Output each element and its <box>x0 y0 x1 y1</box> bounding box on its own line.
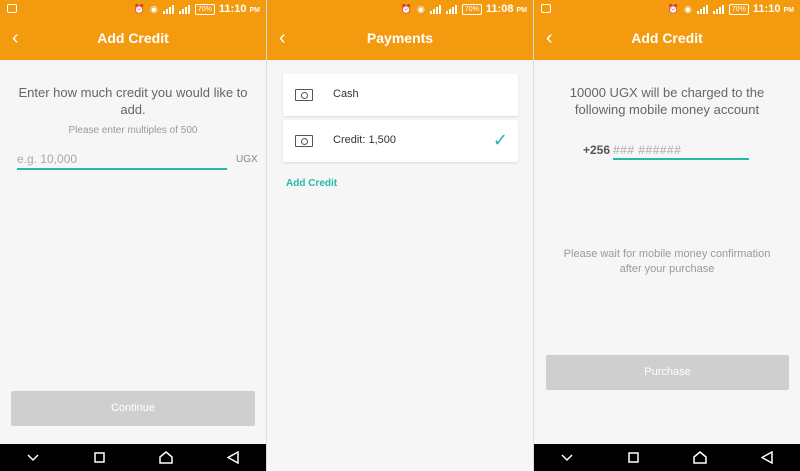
nav-recents-icon[interactable] <box>614 444 654 471</box>
nav-chevron-down-icon[interactable] <box>13 444 53 471</box>
country-code-label: +256 <box>583 143 611 157</box>
add-credit-screen: ⏰ ◉ 70% 11:10 PM ‹ Add Credit Enter how … <box>0 0 266 471</box>
payment-method-label: Cash <box>333 88 359 100</box>
alarm-icon: ⏰ <box>400 3 413 14</box>
continue-button[interactable]: Continue <box>11 391 255 426</box>
nav-back-icon[interactable] <box>747 444 787 471</box>
status-bar: ⏰ ◉ 70% 11:10 PM <box>534 0 800 18</box>
alarm-icon: ⏰ <box>667 3 680 14</box>
status-bar: ⏰ ◉ 70% 11:10 PM <box>0 0 266 18</box>
confirm-credit-screen: ⏰ ◉ 70% 11:10 PM ‹ Add Credit 10000 UGX … <box>534 0 800 471</box>
app-bar: ‹ Add Credit <box>0 18 266 60</box>
signal-icon-2 <box>712 4 724 14</box>
app-bar: ‹ Payments <box>267 18 533 60</box>
signal-icon <box>162 4 174 14</box>
page-title: Payments <box>366 30 434 46</box>
battery-icon: 70% <box>194 3 215 15</box>
payment-method-cash[interactable]: Cash <box>283 74 518 116</box>
page-title: Add Credit <box>97 30 169 46</box>
signal-icon <box>429 4 441 14</box>
phone-number-input[interactable] <box>613 141 749 160</box>
system-nav-bar <box>0 444 266 471</box>
credit-amount-prompt: Enter how much credit you would like to … <box>18 85 248 117</box>
charge-message: 10000 UGX will be charged to the followi… <box>569 85 765 117</box>
checkmark-icon: ✓ <box>492 130 508 150</box>
nav-back-icon[interactable] <box>213 444 253 471</box>
credit-amount-input[interactable] <box>17 150 227 170</box>
battery-icon: 70% <box>728 3 749 15</box>
payment-method-credit[interactable]: Credit: 1,500 ✓ <box>283 120 518 162</box>
photo-notification-icon <box>7 4 17 13</box>
photo-notification-icon <box>541 4 551 13</box>
battery-icon: 70% <box>461 3 482 15</box>
status-time: 11:08 PM <box>485 3 527 15</box>
wifi-icon: ◉ <box>150 3 158 14</box>
nav-home-icon[interactable] <box>146 444 186 471</box>
currency-unit-label: UGX <box>236 154 258 165</box>
wifi-icon: ◉ <box>684 3 692 14</box>
wifi-icon: ◉ <box>417 3 425 14</box>
signal-icon <box>696 4 708 14</box>
status-time: 11:10 PM <box>752 3 794 15</box>
purchase-button[interactable]: Purchase <box>546 355 789 390</box>
payments-screen: ⏰ ◉ 70% 11:08 PM ‹ Payments Cash Credit:… <box>267 0 533 471</box>
signal-icon-2 <box>178 4 190 14</box>
cash-icon <box>295 89 313 101</box>
nav-recents-icon[interactable] <box>80 444 120 471</box>
app-bar: ‹ Add Credit <box>534 18 800 60</box>
signal-icon-2 <box>445 4 457 14</box>
page-title: Add Credit <box>631 30 703 46</box>
system-nav-bar <box>534 444 800 471</box>
status-bar: ⏰ ◉ 70% 11:08 PM <box>267 0 533 18</box>
system-nav-bar-empty <box>267 444 533 471</box>
wait-confirmation-message: Please wait for mobile money confirmatio… <box>563 248 771 275</box>
status-time: 11:10 PM <box>218 3 260 15</box>
add-credit-link[interactable]: Add Credit <box>286 178 337 189</box>
alarm-icon: ⏰ <box>133 3 146 14</box>
payment-method-label: Credit: 1,500 <box>333 134 396 146</box>
nav-home-icon[interactable] <box>680 444 720 471</box>
cash-icon <box>295 135 313 147</box>
multiples-hint: Please enter multiples of 500 <box>68 125 198 136</box>
nav-chevron-down-icon[interactable] <box>547 444 587 471</box>
